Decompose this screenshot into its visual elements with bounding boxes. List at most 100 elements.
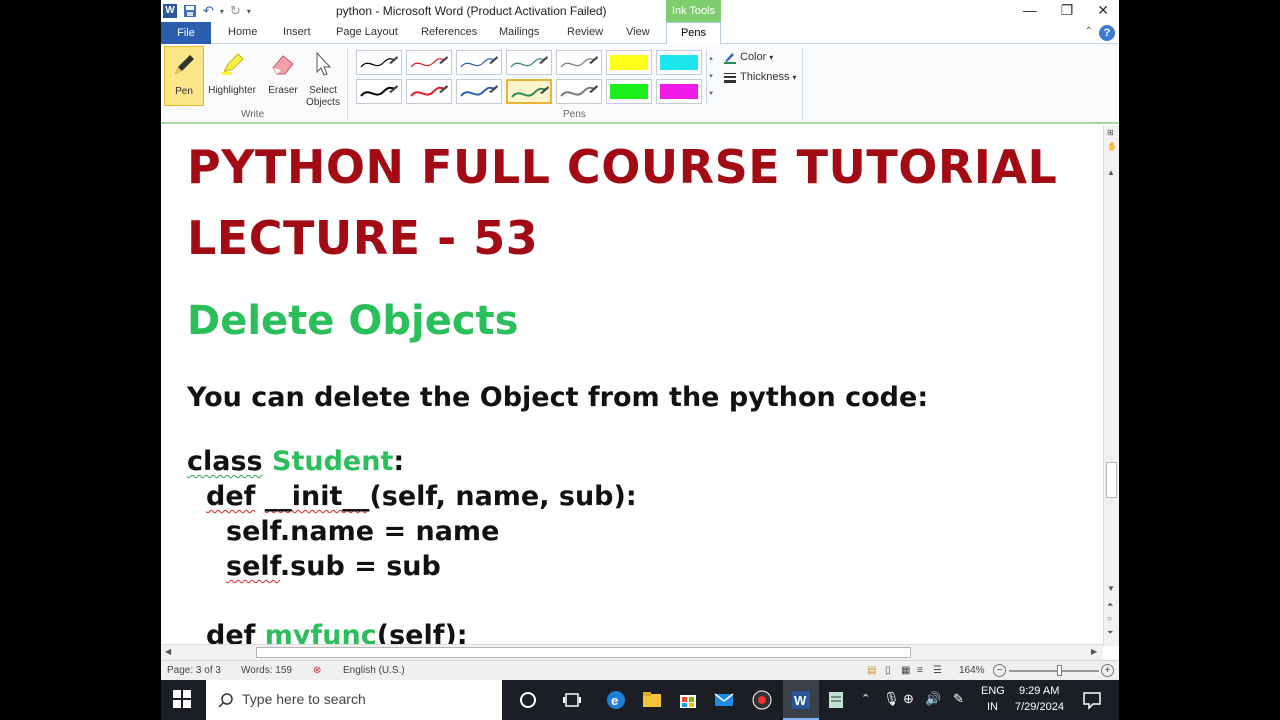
task-view-icon[interactable] — [561, 689, 583, 711]
pen-style-7[interactable] — [656, 50, 702, 75]
volume-icon[interactable]: 🔊 — [925, 691, 941, 707]
pen-style-9[interactable] — [406, 79, 452, 104]
tab-home[interactable]: Home — [228, 26, 257, 38]
zoom-in-button[interactable]: + — [1101, 664, 1114, 677]
pen-style-11[interactable] — [506, 79, 552, 104]
save-icon[interactable] — [183, 4, 197, 18]
vertical-scroll-thumb[interactable] — [1106, 462, 1117, 498]
pen-style-1[interactable] — [356, 50, 402, 75]
clock-date[interactable]: 7/29/2024 — [1015, 701, 1064, 713]
edge-browser-icon[interactable]: e — [605, 689, 627, 711]
zoom-out-button[interactable]: − — [993, 664, 1006, 677]
pen-style-3[interactable] — [456, 50, 502, 75]
pen-button[interactable]: Pen — [164, 46, 204, 106]
language-top[interactable]: ENG — [981, 685, 1005, 697]
outline-view-icon[interactable]: ≡ — [917, 665, 923, 676]
tab-view[interactable]: View — [626, 26, 650, 38]
file-explorer-icon[interactable] — [641, 689, 663, 711]
proofing-icon[interactable]: ⊗ — [313, 665, 321, 676]
pen-style-5[interactable] — [556, 50, 602, 75]
screen: W ↶ ▾ ↻ ▾ python - Microsoft Word (Produ… — [0, 0, 1280, 720]
pen-gallery-scroll[interactable]: ▴ ▾ ⯆ — [706, 50, 715, 104]
thickness-dropdown[interactable]: Thickness ▾ — [723, 70, 797, 84]
draft-view-icon[interactable]: ☰ — [933, 665, 942, 676]
document-page[interactable]: PYTHON FULL COURSE TUTORIAL LECTURE - 53… — [161, 126, 1103, 646]
word-taskbar-button[interactable]: W — [783, 680, 819, 720]
select-objects-label: Select Objects — [306, 85, 340, 108]
ruler-toggle-icon[interactable]: ⊞ — [1107, 128, 1114, 137]
mail-icon[interactable] — [713, 689, 735, 711]
code-class-name: Student — [272, 446, 394, 477]
tab-page-layout[interactable]: Page Layout — [336, 26, 398, 38]
microphone-icon[interactable]: 🎙 — [883, 691, 900, 707]
zoom-slider-thumb[interactable] — [1057, 665, 1062, 676]
code-colon: : — [393, 446, 405, 477]
show-hidden-icons[interactable]: ⌃ — [861, 692, 870, 705]
screen-recorder-icon[interactable] — [751, 689, 773, 711]
pen-style-12[interactable] — [556, 79, 602, 104]
code-line-5: def myfunc(self): — [206, 620, 468, 646]
scroll-down-icon[interactable]: ▼ — [1107, 584, 1115, 593]
color-label: Color — [740, 51, 767, 63]
scroll-up-icon[interactable]: ▲ — [1107, 168, 1115, 177]
select-browse-object-icon[interactable]: ○ — [1107, 614, 1112, 623]
web-layout-view-icon[interactable]: ▦ — [901, 665, 910, 676]
horizontal-scroll-thumb[interactable] — [256, 647, 911, 658]
pen-style-2[interactable] — [406, 50, 452, 75]
word-count[interactable]: Words: 159 — [241, 665, 292, 676]
eraser-button[interactable]: Eraser — [263, 46, 303, 106]
pen-style-6[interactable] — [606, 50, 652, 75]
taskbar-search-box[interactable]: Type here to search — [206, 680, 502, 720]
tab-mailings[interactable]: Mailings — [499, 26, 539, 38]
close-button[interactable]: ✕ — [1097, 2, 1109, 19]
pen-style-13[interactable] — [606, 79, 652, 104]
zoom-level[interactable]: 164% — [959, 665, 985, 676]
minimize-button[interactable]: — — [1023, 2, 1037, 19]
previous-page-icon[interactable]: ⏶ — [1107, 600, 1113, 610]
word-logo-icon: W — [163, 4, 177, 18]
notepad-app-icon[interactable] — [825, 689, 847, 711]
pen-style-14[interactable] — [656, 79, 702, 104]
zoom-slider[interactable] — [1009, 670, 1099, 672]
network-globe-icon[interactable]: ⊕ — [903, 691, 914, 707]
select-cursor-icon — [316, 51, 332, 76]
select-objects-button[interactable]: Select Objects — [303, 46, 343, 108]
color-dropdown[interactable]: Color ▾ — [723, 50, 773, 64]
qat-customize-icon[interactable]: ▾ — [247, 7, 251, 16]
tab-review[interactable]: Review — [567, 26, 603, 38]
pen-stroke-icon — [410, 85, 448, 97]
language-indicator[interactable]: English (U.S.) — [343, 665, 405, 676]
horizontal-scrollbar[interactable]: ◀ ▶ — [161, 644, 1103, 660]
page-count[interactable]: Page: 3 of 3 — [167, 665, 221, 676]
vertical-scrollbar[interactable]: ⊞ ✋ ▲ ▼ ⏶ ○ ⏷ — [1103, 126, 1119, 646]
help-icon[interactable]: ? — [1099, 25, 1115, 41]
store-icon[interactable] — [677, 689, 699, 711]
tab-pens[interactable]: Pens — [666, 22, 721, 45]
next-page-icon[interactable]: ⏷ — [1107, 628, 1113, 638]
code-line-2: def __init__(self, name, sub): — [206, 481, 637, 512]
print-layout-view-icon[interactable]: ▤ — [867, 665, 876, 676]
pen-workspace-icon[interactable]: ✎ — [953, 691, 964, 707]
notifications-icon[interactable] — [1081, 689, 1103, 711]
language-bottom[interactable]: IN — [987, 701, 998, 713]
scroll-left-icon[interactable]: ◀ — [165, 647, 171, 656]
redo-icon[interactable]: ↻ — [230, 3, 241, 19]
pan-hand-icon[interactable]: ✋ — [1107, 142, 1117, 151]
collapse-ribbon-icon[interactable]: ⌃ — [1085, 26, 1093, 37]
undo-dropdown-icon[interactable]: ▾ — [220, 7, 224, 16]
highlighter-button[interactable]: Highlighter — [206, 46, 258, 106]
scroll-right-icon[interactable]: ▶ — [1091, 647, 1097, 656]
restore-button[interactable]: ❐ — [1061, 2, 1074, 19]
pen-style-8[interactable] — [356, 79, 402, 104]
undo-icon[interactable]: ↶ — [203, 3, 214, 19]
tab-insert[interactable]: Insert — [283, 26, 311, 38]
pen-icon — [175, 55, 194, 74]
pen-style-10[interactable] — [456, 79, 502, 104]
windows-start-icon[interactable] — [173, 690, 191, 708]
cortana-icon[interactable] — [517, 689, 539, 711]
clock-time[interactable]: 9:29 AM — [1019, 685, 1059, 697]
full-screen-reading-view-icon[interactable]: ▯ — [885, 665, 891, 676]
tab-file[interactable]: File — [161, 22, 211, 44]
tab-references[interactable]: References — [421, 26, 477, 38]
pen-style-4[interactable] — [506, 50, 552, 75]
